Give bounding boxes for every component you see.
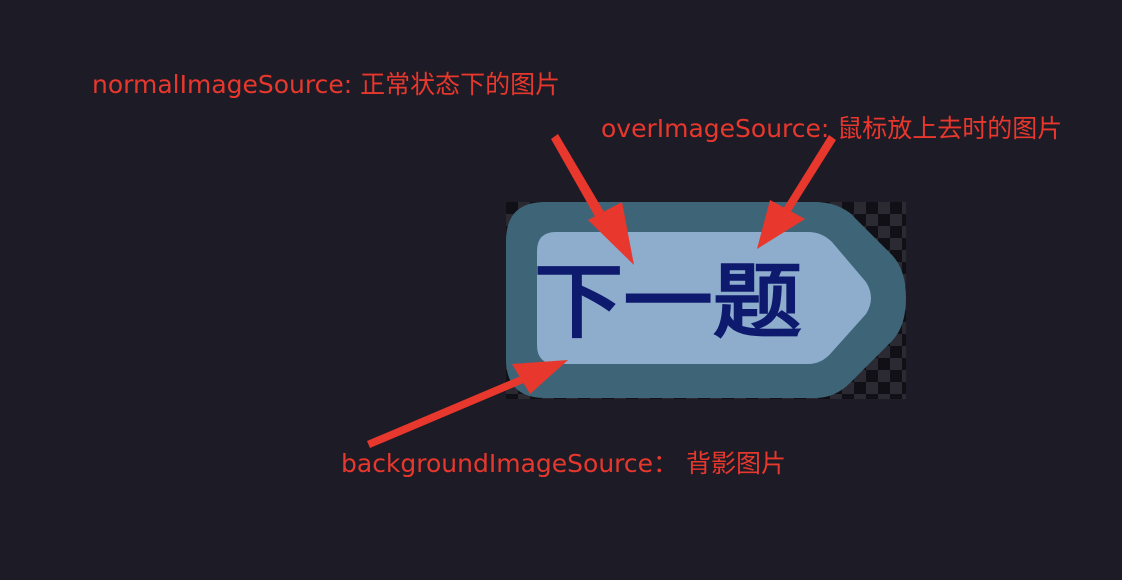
arrow-background-icon (367, 360, 568, 448)
over-image-source-label: overImageSource: 鼠标放上去时的图片 (601, 114, 1063, 143)
button-label: 下一题 (534, 255, 802, 350)
normal-image-source-label: normalImageSource: 正常状态下的图片 (92, 70, 561, 99)
background-image-source-label: backgroundImageSource： 背影图片 (341, 449, 786, 478)
